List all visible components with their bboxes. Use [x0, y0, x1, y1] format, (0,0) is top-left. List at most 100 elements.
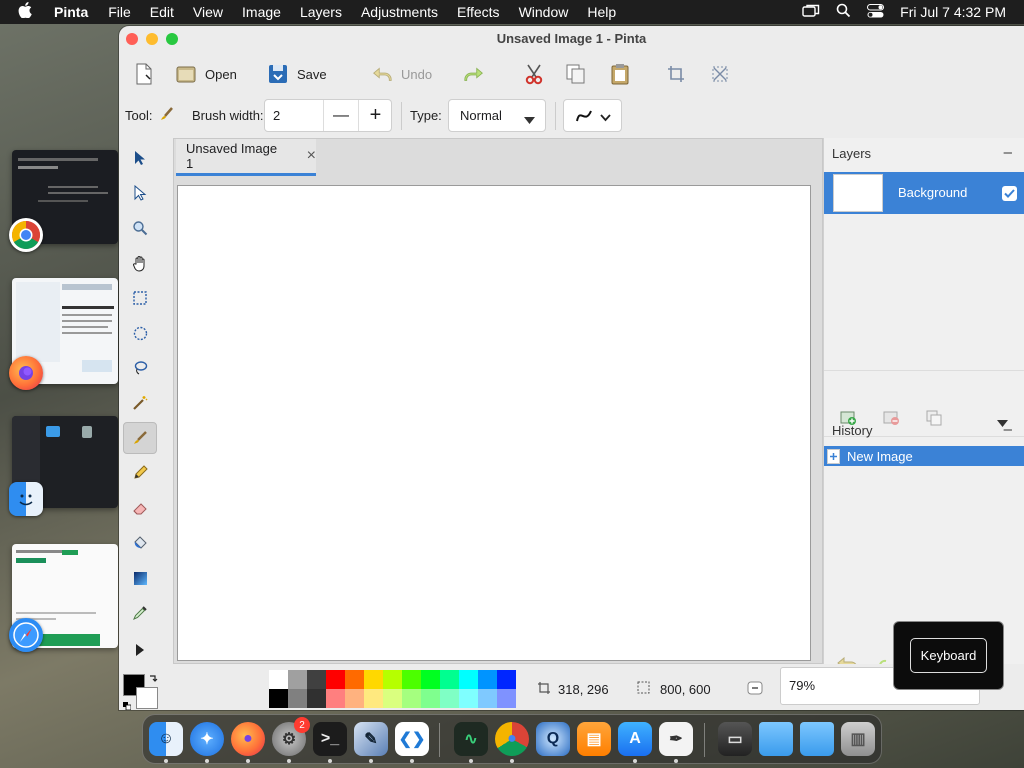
save-button[interactable]: Save: [267, 59, 327, 89]
gradient-tool[interactable]: [123, 562, 157, 594]
more-tools-toggle[interactable]: [123, 634, 157, 666]
menu-layers[interactable]: Layers: [300, 4, 342, 20]
layer-visibility-checkbox[interactable]: [1002, 186, 1017, 201]
color-picker-tool[interactable]: [123, 597, 157, 629]
palette-swatch[interactable]: [440, 689, 459, 708]
palette-swatch[interactable]: [383, 670, 402, 689]
palette-swatch[interactable]: [421, 689, 440, 708]
move-selection-tool[interactable]: [123, 177, 157, 209]
undo-button[interactable]: Undo: [371, 59, 432, 89]
move-selected-tool[interactable]: [123, 142, 157, 174]
chrome-icon[interactable]: ●: [495, 722, 529, 756]
paintbrush-tool[interactable]: [123, 422, 157, 454]
palette-swatch[interactable]: [497, 689, 516, 708]
folder-icon[interactable]: [759, 722, 793, 756]
new-image-button[interactable]: [133, 59, 155, 89]
open-button[interactable]: Open: [175, 59, 237, 89]
script-editor-icon[interactable]: ✒: [659, 722, 693, 756]
collapse-layers-button[interactable]: –: [1004, 144, 1012, 161]
layer-row-background[interactable]: Background: [824, 172, 1024, 214]
palette-swatch[interactable]: [269, 670, 288, 689]
palette-swatch[interactable]: [288, 689, 307, 708]
duplicate-layer-button[interactable]: [926, 410, 943, 429]
cut-button[interactable]: [523, 59, 545, 89]
brush-width-decrease-button[interactable]: —: [323, 100, 358, 131]
reset-colors-icon[interactable]: [123, 698, 132, 710]
delete-layer-button[interactable]: [883, 410, 901, 429]
spotlight-search-icon[interactable]: [836, 3, 851, 21]
safari-icon[interactable]: [9, 618, 43, 652]
menu-app-name[interactable]: Pinta: [54, 4, 88, 20]
safari-icon[interactable]: ✦: [190, 722, 224, 756]
finder-icon[interactable]: [9, 482, 43, 516]
palette-swatch[interactable]: [478, 670, 497, 689]
brush-width-increase-button[interactable]: +: [358, 100, 392, 131]
menu-help[interactable]: Help: [587, 4, 616, 20]
palette-swatch[interactable]: [364, 670, 383, 689]
palette-swatch[interactable]: [307, 689, 326, 708]
palette-swatch[interactable]: [459, 689, 478, 708]
zoom-out-button[interactable]: [747, 681, 763, 698]
vscode-icon[interactable]: ❮❯: [395, 722, 429, 756]
close-tab-button[interactable]: ×: [307, 147, 316, 165]
drawing-canvas[interactable]: [177, 185, 811, 661]
menubar-clock[interactable]: Fri Jul 7 4:32 PM: [900, 4, 1006, 20]
control-center-icon[interactable]: [867, 3, 885, 21]
document-tab[interactable]: Unsaved Image 1 ×: [176, 139, 316, 176]
palette-swatch[interactable]: [402, 689, 421, 708]
palette-swatch[interactable]: [383, 689, 402, 708]
chrome-icon[interactable]: [9, 218, 43, 252]
eraser-tool[interactable]: [123, 492, 157, 524]
redo-button[interactable]: [463, 59, 485, 89]
finder-icon[interactable]: ☺: [149, 722, 183, 756]
screen-mirroring-icon[interactable]: [802, 4, 820, 21]
window-titlebar[interactable]: Unsaved Image 1 - Pinta: [119, 26, 1024, 52]
palette-swatch[interactable]: [478, 689, 497, 708]
magic-wand-tool[interactable]: [123, 387, 157, 419]
paint-bucket-tool[interactable]: [123, 527, 157, 559]
activity-monitor-icon[interactable]: ∿: [454, 722, 488, 756]
menu-image[interactable]: Image: [242, 4, 281, 20]
pan-tool[interactable]: [123, 247, 157, 279]
menu-window[interactable]: Window: [519, 4, 569, 20]
antialiasing-dropdown[interactable]: [563, 99, 622, 132]
lasso-select-tool[interactable]: [123, 352, 157, 384]
history-item-new-image[interactable]: New Image: [824, 446, 1024, 466]
firefox-icon[interactable]: ●: [231, 722, 265, 756]
menu-file[interactable]: File: [108, 4, 131, 20]
apple-menu-icon[interactable]: [18, 1, 38, 23]
swap-colors-icon[interactable]: [148, 672, 158, 687]
palette-swatch[interactable]: [345, 670, 364, 689]
palette-swatch[interactable]: [402, 670, 421, 689]
quicktime-icon[interactable]: Q: [536, 722, 570, 756]
pinta-icon[interactable]: ✎: [354, 722, 388, 756]
palette-swatch[interactable]: [421, 670, 440, 689]
menu-effects[interactable]: Effects: [457, 4, 500, 20]
crop-to-selection-button[interactable]: [665, 59, 687, 89]
palette-swatch[interactable]: [326, 689, 345, 708]
downloads-folder-icon[interactable]: [800, 722, 834, 756]
menu-edit[interactable]: Edit: [150, 4, 174, 20]
palette-swatch[interactable]: [440, 670, 459, 689]
keyboard-button[interactable]: Keyboard: [909, 638, 988, 673]
paste-button[interactable]: [609, 59, 631, 89]
trash-icon[interactable]: ▥: [841, 722, 875, 756]
menu-view[interactable]: View: [193, 4, 223, 20]
brush-width-value[interactable]: 2: [273, 108, 280, 123]
brush-type-dropdown[interactable]: Normal: [448, 99, 546, 132]
palette-swatch[interactable]: [345, 689, 364, 708]
palette-swatch[interactable]: [288, 670, 307, 689]
books-icon[interactable]: ▤: [577, 722, 611, 756]
copy-button[interactable]: [565, 59, 587, 89]
deselect-button[interactable]: [709, 59, 731, 89]
zoom-tool[interactable]: [123, 212, 157, 244]
ellipse-select-tool[interactable]: [123, 317, 157, 349]
palette-swatch[interactable]: [326, 670, 345, 689]
palette-swatch[interactable]: [497, 670, 516, 689]
palette-swatch[interactable]: [459, 670, 478, 689]
secondary-color-swatch[interactable]: [136, 687, 158, 709]
screenshot-icon[interactable]: ▭: [718, 722, 752, 756]
app-store-icon[interactable]: A: [618, 722, 652, 756]
rectangle-select-tool[interactable]: [123, 282, 157, 314]
pencil-tool[interactable]: [123, 457, 157, 489]
